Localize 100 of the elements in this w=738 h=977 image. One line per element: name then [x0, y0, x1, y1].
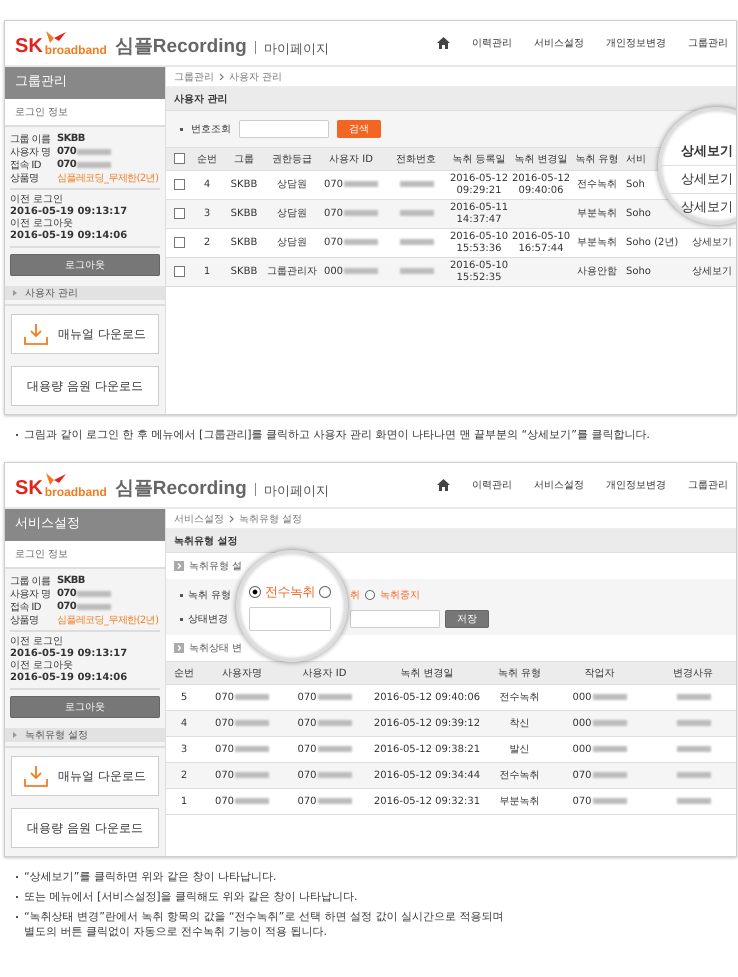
info-label: 접속 ID: [10, 158, 42, 172]
checkbox[interactable]: [174, 236, 184, 248]
table-cell: 2016-05-12 09:39:12: [374, 718, 480, 728]
butterfly-logo-icon: [44, 472, 67, 486]
magnified-text: 상세보기: [681, 144, 734, 159]
caption-text: “상세보기”를 클릭하면 위와 같은 창이 나타납니다.: [24, 869, 276, 884]
radio-button[interactable]: [319, 586, 331, 598]
table-cell: 4: [204, 179, 210, 190]
magnified-text[interactable]: 상세보기: [681, 200, 736, 215]
nav-link[interactable]: 서비스설정: [534, 36, 584, 50]
checkbox[interactable]: [174, 153, 184, 164]
table-cell: 2016-05-10 15:53:36: [450, 231, 508, 254]
table-cell: 3: [180, 744, 188, 754]
bullet-icon: [180, 618, 183, 620]
nav-link[interactable]: 서비스설정: [534, 478, 584, 492]
table-cell: 070: [214, 718, 234, 728]
table-cell: 상담원: [277, 237, 307, 248]
logout-button[interactable]: 로그아웃: [10, 254, 160, 276]
input-field[interactable]: [350, 610, 440, 628]
nav-link[interactable]: 개인정보변경: [606, 36, 666, 50]
table-cell: 2016-05-11 14:37:47: [450, 202, 508, 225]
download-button[interactable]: 매뉴얼 다운로드: [11, 756, 159, 796]
table-cell: 1: [180, 796, 188, 806]
table-cell: 000: [324, 266, 344, 277]
download-button[interactable]: 매뉴얼 다운로드: [11, 314, 159, 354]
table-cell: 070: [297, 770, 317, 780]
checkbox[interactable]: [174, 178, 184, 190]
field-label: 녹취 유형: [188, 589, 232, 602]
column-header: 순번: [197, 154, 217, 165]
table-cell: 2016-05-12 09:29:21: [450, 173, 508, 196]
column-header: 녹취 변경일: [514, 154, 568, 165]
checkbox[interactable]: [174, 208, 184, 219]
nav-link[interactable]: 그룹관리: [688, 478, 728, 492]
home-icon[interactable]: [437, 37, 450, 49]
info-value: 070: [57, 146, 76, 157]
info-label: 사용자 명: [10, 588, 52, 600]
sidebar-title: 서비스설정: [5, 509, 165, 541]
page-title: 마이페이지: [264, 43, 329, 56]
blurred-text: [77, 148, 112, 154]
info-label: 상품명: [10, 172, 40, 184]
logo-text: SK: [15, 478, 43, 498]
magnified-text[interactable]: 상세보기: [681, 172, 736, 187]
info-label: 이전 로그아웃: [10, 660, 74, 672]
table-cell: 070: [297, 744, 317, 754]
section-label: 로그인 정보: [5, 99, 165, 127]
section-label: 로그인 정보: [5, 541, 165, 569]
nav-link[interactable]: 이력관리: [472, 36, 512, 50]
breadcrumb-item[interactable]: 녹취유형 설정: [239, 512, 302, 526]
field-label: 번호조회: [191, 123, 231, 136]
home-icon[interactable]: [437, 479, 450, 491]
info-value: SKBB: [57, 133, 85, 144]
logout-button[interactable]: 로그아웃: [10, 696, 160, 718]
nav-link[interactable]: 그룹관리: [688, 36, 728, 50]
section-title: 녹취유형 설정: [166, 529, 736, 553]
table-cell: 전수녹취: [500, 770, 540, 780]
info-label: 이전 로그인: [10, 194, 64, 206]
download-button[interactable]: 대용량 음원 다운로드: [11, 366, 159, 406]
table-cell: 070: [297, 692, 317, 702]
blurred-text: [77, 590, 112, 596]
column-header: 권한등급: [272, 154, 312, 165]
table-cell: 070: [572, 796, 592, 806]
input-field[interactable]: [249, 607, 331, 631]
detail-link[interactable]: 상세보기: [692, 237, 732, 248]
info-value: 2016-05-19 09:13:17: [10, 206, 128, 218]
info-label: 이전 로그아웃: [10, 218, 74, 230]
nav-link[interactable]: 개인정보변경: [606, 478, 666, 492]
info-value: SKBB: [57, 575, 85, 586]
table-cell: 부분녹취: [577, 237, 617, 248]
info-label: 상품명: [10, 614, 40, 626]
info-value: 심플레코딩_무제한(2년): [57, 172, 158, 184]
table-cell: SKBB: [230, 179, 258, 190]
table-cell: 000: [572, 718, 592, 728]
info-value: 2016-05-19 09:13:17: [10, 648, 128, 660]
table-cell: 2016-05-10 16:57:44: [512, 231, 570, 254]
column-header: 전화번호: [396, 154, 436, 165]
download-button[interactable]: 대용량 음원 다운로드: [11, 808, 159, 848]
radio-button[interactable]: [249, 586, 261, 598]
checkbox[interactable]: [174, 266, 184, 277]
table-cell: 000: [572, 692, 592, 702]
chevron-icon: [219, 72, 224, 80]
breadcrumb-item[interactable]: 그룹관리: [174, 70, 214, 84]
table-cell: 070: [324, 179, 344, 190]
info-label: 그룹 이름: [10, 132, 52, 146]
info-value: 심플레코딩_무제한(2년): [57, 614, 158, 626]
breadcrumb-item[interactable]: 사용자 관리: [229, 70, 282, 84]
column-header: 순번: [174, 668, 194, 679]
nav-link[interactable]: 이력관리: [472, 478, 512, 492]
radio-button[interactable]: [365, 590, 375, 600]
logo-text: broadband: [44, 44, 107, 56]
blurred-text: [77, 162, 112, 168]
sidebar-menu-item[interactable]: 사용자 관리: [5, 286, 165, 300]
table-cell: 전수녹취: [500, 692, 540, 702]
logo-text: SK: [15, 36, 43, 56]
brand-title: 심플Recording: [114, 37, 247, 56]
table-cell: 070: [214, 770, 234, 780]
search-field[interactable]: [239, 120, 329, 138]
breadcrumb-item[interactable]: 서비스설정: [174, 512, 224, 526]
sidebar-menu-item[interactable]: 녹취유형 설정: [5, 728, 165, 742]
table-cell: 착신: [510, 718, 530, 728]
save-button[interactable]: 저장: [445, 610, 489, 628]
